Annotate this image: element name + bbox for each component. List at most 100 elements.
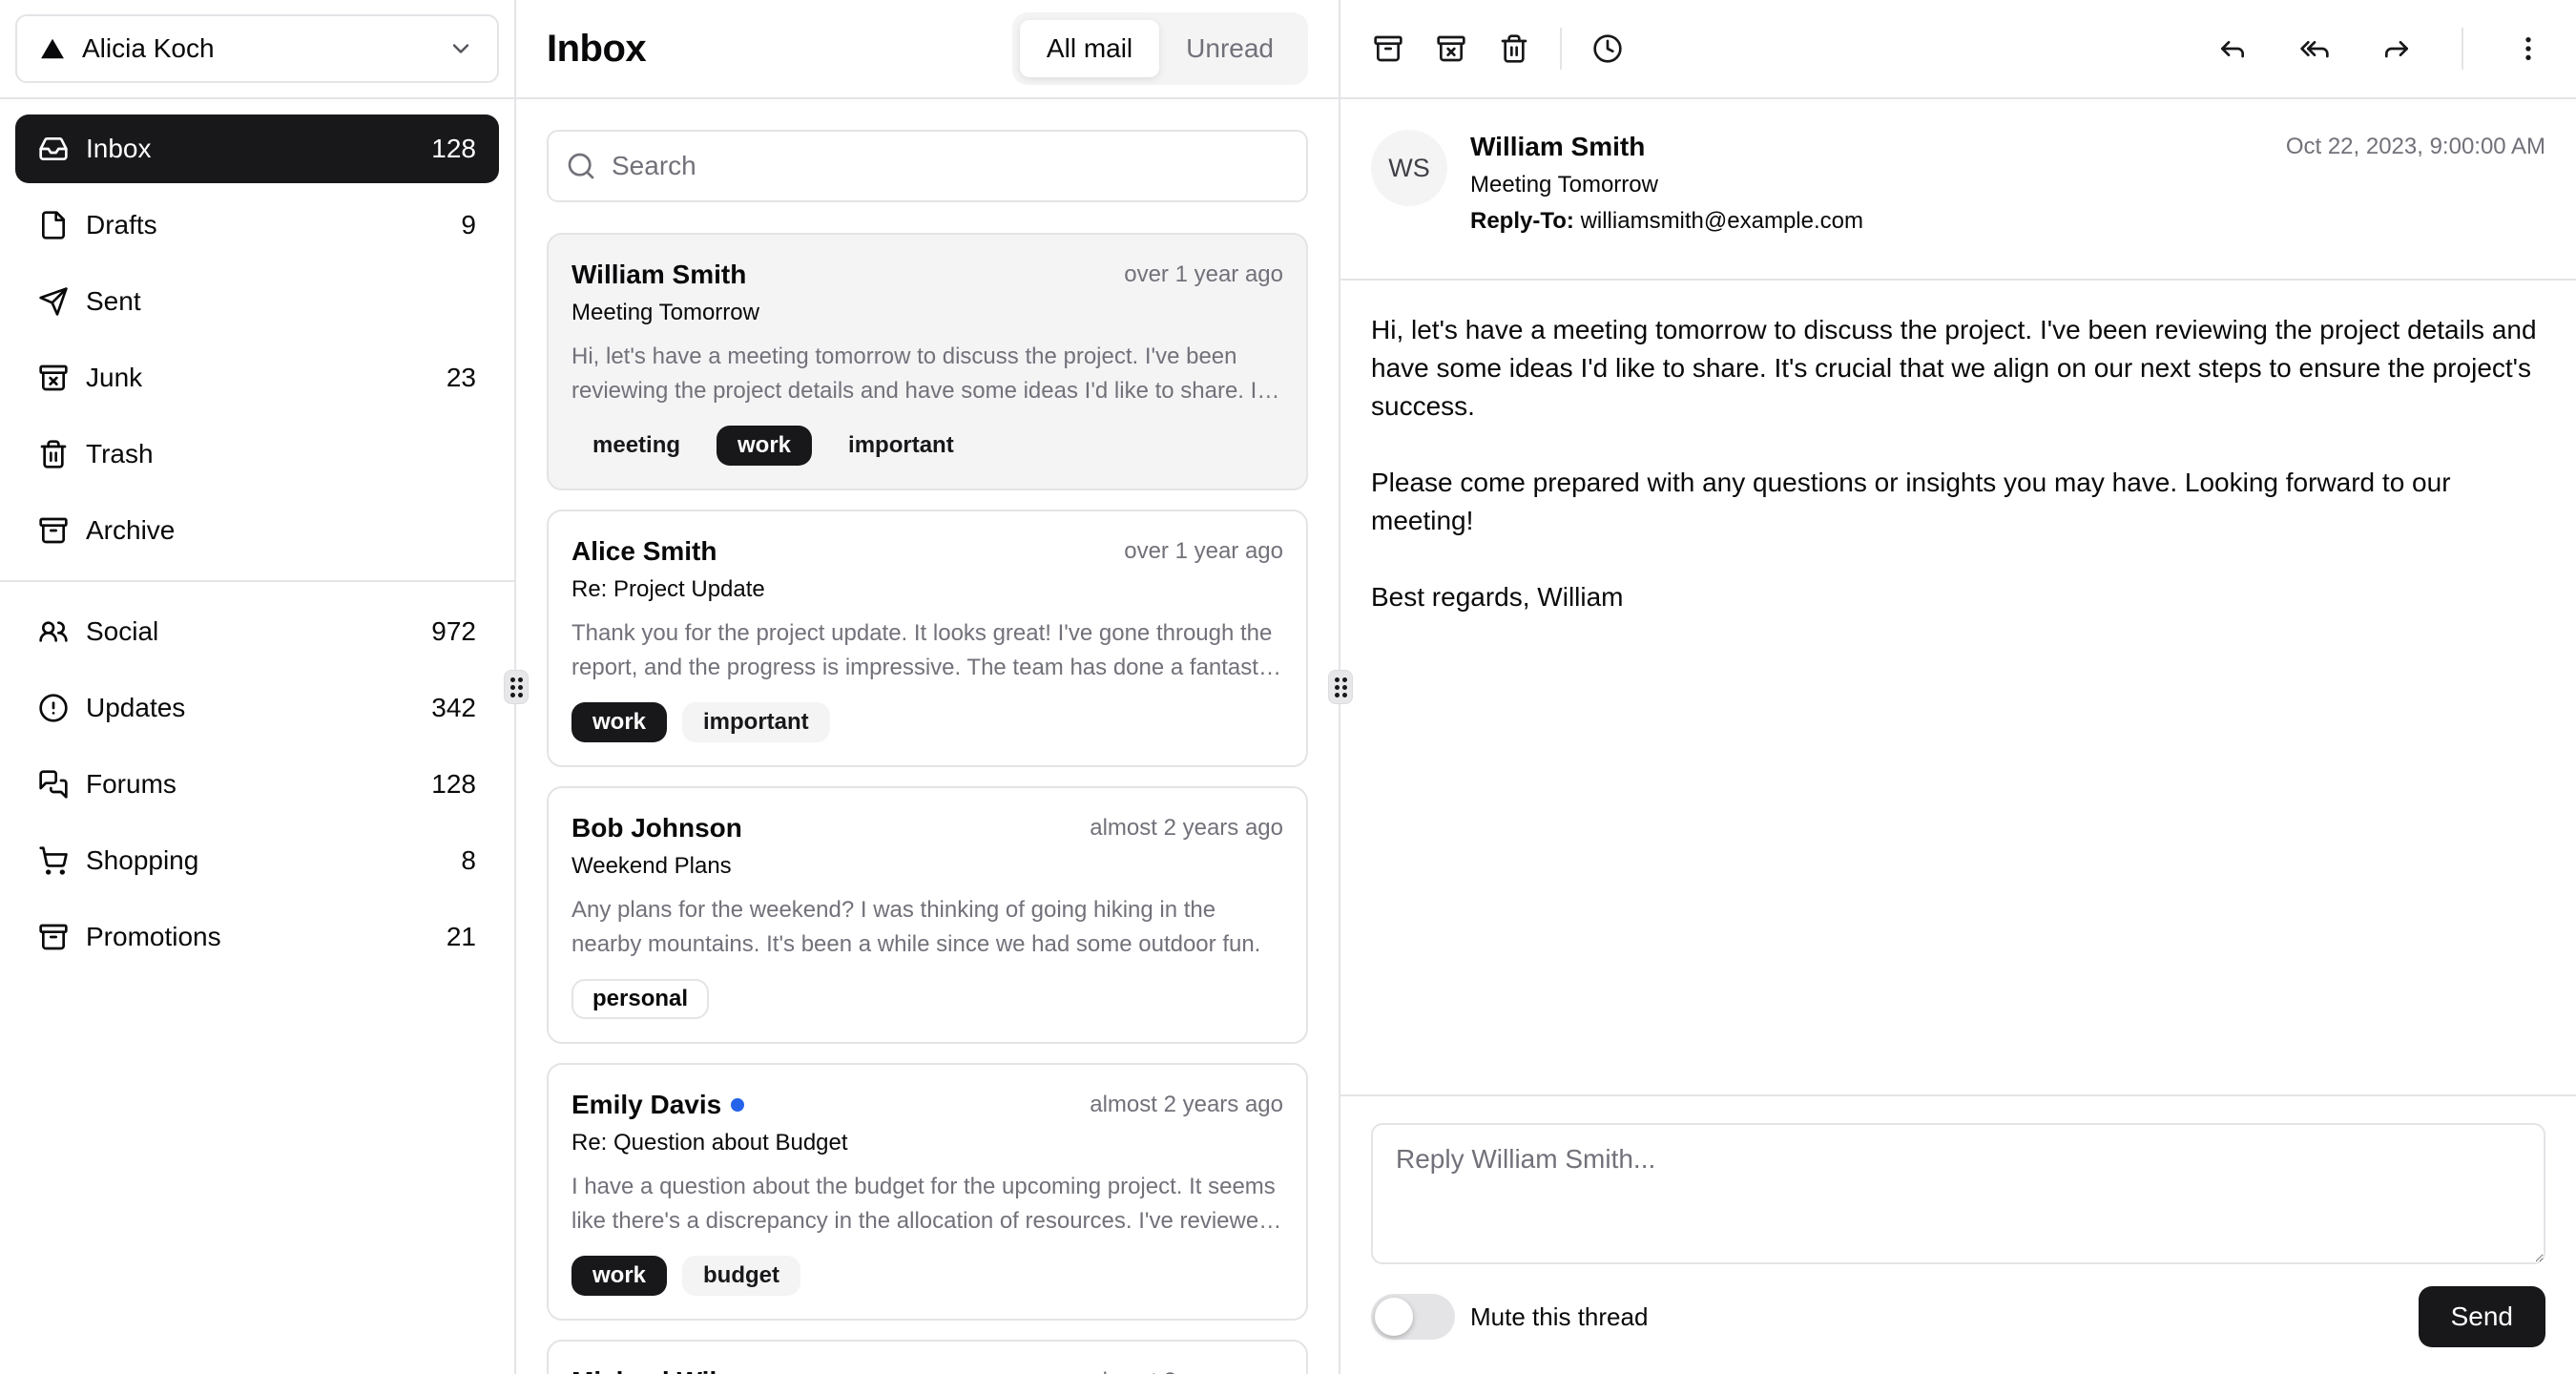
tag-badge-work[interactable]: work [571,702,668,742]
mail-header: WS William Smith Meeting Tomorrow Reply-… [1340,99,2576,279]
email-sender: Bob Johnson [571,813,742,843]
messages-square-icon [39,770,68,799]
mail-body: Hi, let's have a meeting tomorrow to dis… [1371,315,2537,612]
mail-subject: Meeting Tomorrow [1470,172,1658,198]
email-snippet: Thank you for the project update. It loo… [571,620,1276,680]
avatar: WS [1371,130,1447,206]
reply-button[interactable] [2202,18,2263,79]
mail-reader-panel: WS William Smith Meeting Tomorrow Reply-… [1340,0,2576,1374]
tag-badge-work[interactable]: work [571,1256,668,1296]
email-list-item[interactable]: Alice Smith over 1 year ago Re: Project Up… [547,510,1308,767]
sidebar-item-label: Drafts [86,210,157,239]
tab-all-mail[interactable]: All mail [1019,20,1160,77]
email-subject: Re: Project Update [571,576,765,602]
chevron-down-icon [447,35,474,62]
forward-button[interactable] [2366,18,2427,79]
archive-icon [39,517,68,544]
page-title: Inbox [547,27,647,70]
sidebar-item-archive[interactable]: Archive [15,496,499,565]
tag-badge-important[interactable]: important [827,426,975,466]
archive-x-icon [39,364,68,391]
mute-label[interactable]: Mute this thread [1470,1302,1648,1332]
clock-icon [1593,34,1622,63]
alert-circle-icon [39,694,68,722]
sender-name: William Smith [1470,132,1646,161]
grip-vertical-icon [509,677,523,697]
reply-textarea[interactable] [1371,1123,2545,1264]
unread-count: 9 [461,210,476,239]
tag-badge-important[interactable]: important [682,702,830,742]
archive-icon [1374,35,1402,62]
email-subject: Weekend Plans [571,853,732,879]
move-to-junk-button[interactable] [1421,18,1482,79]
sidebar-item-trash[interactable]: Trash [15,420,499,489]
sidebar-item-label: Trash [86,439,154,468]
mute-toggle[interactable] [1371,1294,1455,1340]
users-icon [39,621,68,642]
email-list-item[interactable]: Michael Wilson almost 2 years ago [547,1340,1308,1374]
search-input[interactable] [547,130,1308,202]
email-subject: Re: Question about Budget [571,1130,848,1155]
sidebar-item-drafts[interactable]: Drafts 9 [15,191,499,260]
toolbar-separator [2462,28,2463,70]
list-resize-handle[interactable] [1328,670,1353,704]
send-icon [39,287,68,316]
email-list-item[interactable]: Bob Johnson almost 2 years ago Weekend Pla… [547,786,1308,1044]
sidebar-item-shopping[interactable]: Shopping 8 [15,826,499,895]
unread-count: 21 [446,922,476,951]
move-to-trash-button[interactable] [1484,18,1545,79]
list-header: Inbox All mail Unread [516,0,1339,99]
inbox-icon [39,137,68,160]
sidebar-item-updates[interactable]: Updates 342 [15,674,499,742]
email-subject: Meeting Tomorrow [571,300,759,325]
trash-icon [1501,34,1527,63]
tag-badge-meeting[interactable]: meeting [571,426,702,466]
sidebar-item-label: Updates [86,693,186,722]
sidebar-item-sent[interactable]: Sent [15,267,499,336]
sidebar-resize-handle[interactable] [504,670,529,704]
sidebar-item-social[interactable]: Social 972 [15,597,499,666]
sidebar-item-label: Junk [86,363,143,392]
unread-dot-icon [731,1098,745,1112]
email-list-item[interactable]: Emily Davis almost 2 years ago Re: Questio… [547,1063,1308,1321]
email-sender: Alice Smith [571,536,717,566]
reply-all-icon [2300,40,2329,58]
reply-to-label: Reply-To: [1470,208,1574,234]
tag-badge-work[interactable]: work [717,426,813,466]
email-snippet: Any plans for the weekend? I was thinkin… [571,897,1261,957]
sidebar-item-forums[interactable]: Forums 128 [15,750,499,819]
sidebar-item-inbox[interactable]: Inbox 128 [15,114,499,183]
email-sender: William Smith [571,260,747,289]
email-time: almost 2 years ago [1090,815,1283,841]
account-row: Alicia Koch [0,0,514,99]
email-list-panel: Inbox All mailUnread William Smith over 1… [516,0,1340,1374]
snooze-button[interactable] [1577,18,1638,79]
more-vertical-icon [2525,37,2531,60]
send-button[interactable]: Send [2418,1286,2545,1347]
search-section [516,99,1339,233]
mail-tabs: All mail Unread [1011,12,1308,85]
sidebar: Alicia Koch Inbox 128 Drafts 9 Sent Junk 23 Tra… [0,0,516,1374]
unread-count: 128 [431,134,476,163]
sidebar-item-label: Archive [86,515,176,545]
email-snippet: I have a question about the budget for t… [571,1174,1276,1234]
tab-unread[interactable]: Unread [1159,20,1300,77]
account-switcher[interactable]: Alicia Koch [15,14,499,83]
email-time: almost 2 years ago [1090,1368,1283,1374]
reply-all-button[interactable] [2284,18,2345,79]
file-icon [42,211,65,239]
sidebar-item-label: Inbox [86,134,152,163]
sidebar-item-label: Sent [86,286,141,316]
sidebar-item-promotions[interactable]: Promotions 21 [15,903,499,971]
vercel-logo-icon [40,36,65,61]
unread-count: 128 [431,769,476,799]
unread-count: 8 [461,845,476,875]
more-options-button[interactable] [2498,18,2559,79]
tag-badge-budget[interactable]: budget [682,1256,800,1296]
email-list-item[interactable]: William Smith over 1 year ago Meeting Tomo… [547,233,1308,490]
archive-button[interactable] [1358,18,1419,79]
reply-icon [2221,40,2244,58]
sidebar-item-junk[interactable]: Junk 23 [15,344,499,412]
tag-badge-personal[interactable]: personal [571,979,710,1019]
email-time: almost 2 years ago [1090,1092,1283,1117]
